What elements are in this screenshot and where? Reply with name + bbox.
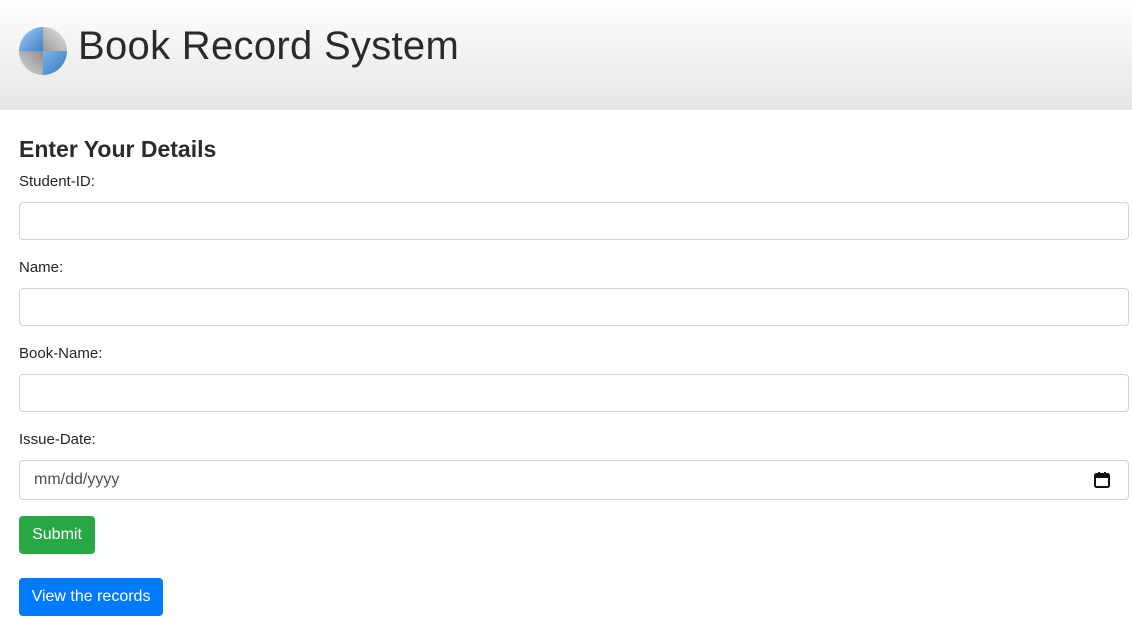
issue-date-label: Issue-Date: — [19, 431, 96, 448]
student-id-label: Student-ID: — [19, 173, 95, 190]
student-id-input[interactable] — [19, 202, 1129, 240]
issue-date-input[interactable]: mm/dd/yyyy — [19, 460, 1129, 500]
app-title: Book Record System — [78, 24, 460, 68]
submit-button[interactable]: Submit — [19, 516, 95, 554]
name-label: Name: — [19, 259, 64, 276]
globe-logo-icon — [19, 27, 67, 75]
form-heading: Enter Your Details — [19, 136, 217, 162]
calendar-icon[interactable] — [1093, 471, 1111, 489]
page-header: Book Record System — [0, 0, 1132, 110]
view-records-button[interactable]: View the records — [19, 578, 163, 616]
name-input[interactable] — [19, 288, 1129, 326]
book-name-input[interactable] — [19, 374, 1129, 412]
issue-date-placeholder: mm/dd/yyyy — [34, 471, 120, 488]
book-name-label: Book-Name: — [19, 345, 103, 362]
